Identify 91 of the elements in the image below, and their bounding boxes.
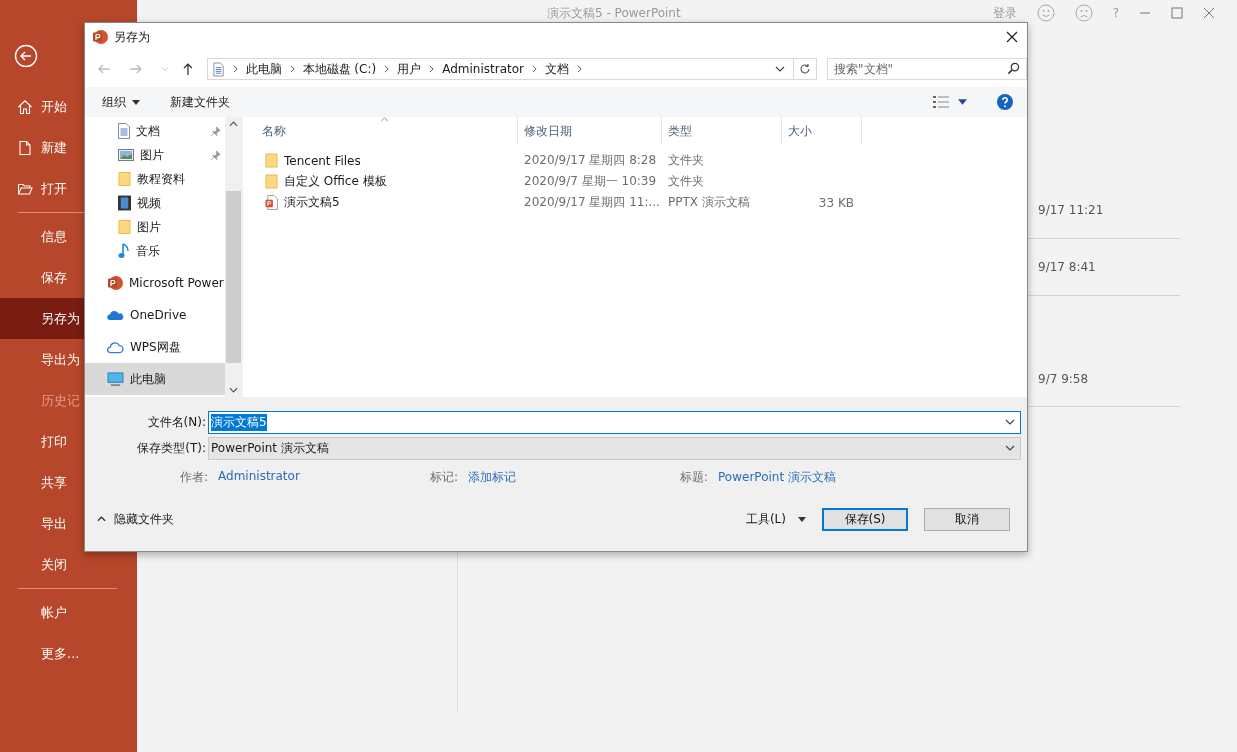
- table-cell-text: 2020/9/17 星期四 8:28: [523, 152, 658, 169]
- scroll-down-icon[interactable]: [228, 387, 238, 393]
- window-title: 演示文稿5 - PowerPoint: [547, 4, 681, 22]
- table-cell-text: PPTX 演示文稿: [667, 194, 751, 211]
- search-icon: [1007, 62, 1020, 75]
- chevron-right-icon[interactable]: [531, 65, 537, 73]
- document-icon: [118, 123, 130, 139]
- maximize-icon[interactable]: [1171, 7, 1183, 19]
- backstage-item[interactable]: 更多...: [0, 633, 137, 674]
- metadata-label: 作者:: [180, 468, 209, 486]
- recent-file-date: 9/17 11:21: [1038, 203, 1104, 217]
- film-icon: [118, 195, 131, 211]
- breadcrumb-item[interactable]: 本地磁盘 (C:): [302, 60, 377, 78]
- metadata-value[interactable]: PowerPoint 演示文稿: [718, 468, 836, 486]
- recent-file-date: 9/17 8:41: [1038, 260, 1096, 274]
- picture-icon: [118, 149, 134, 161]
- column-header[interactable]: 类型: [662, 117, 782, 145]
- chevron-right-icon[interactable]: [384, 65, 390, 73]
- file-name[interactable]: 自定义 Office 模板: [284, 173, 387, 190]
- new-folder-button[interactable]: 新建文件夹: [170, 93, 230, 111]
- chevron-down-icon[interactable]: [1005, 445, 1015, 451]
- breadcrumb-item[interactable]: Administrator: [442, 62, 524, 76]
- breadcrumb-item[interactable]: 此电脑: [245, 60, 282, 78]
- pin-icon[interactable]: [210, 125, 221, 137]
- sort-caret-icon: [380, 117, 389, 122]
- table-cell-text: 文件夹: [667, 152, 705, 169]
- caret-icon[interactable]: [958, 99, 967, 105]
- navigation-item[interactable]: 此电脑: [85, 363, 225, 395]
- file-type-label: 保存类型(T):: [136, 439, 207, 457]
- scrollbar-thumb[interactable]: [225, 191, 241, 363]
- backstage-item[interactable]: 帐户: [0, 592, 137, 633]
- metadata-value[interactable]: Administrator: [218, 468, 300, 486]
- refresh-icon[interactable]: [799, 63, 811, 75]
- cloud-icon: [107, 309, 124, 321]
- column-header[interactable]: 修改日期: [518, 117, 662, 145]
- hide-folders-button[interactable]: 隐藏文件夹: [114, 510, 174, 528]
- caret-icon[interactable]: [798, 516, 806, 522]
- metadata-label: 标题:: [680, 468, 709, 486]
- file-name-label: 文件名(N):: [146, 413, 207, 431]
- chevron-right-icon[interactable]: [429, 65, 435, 73]
- navigation-item[interactable]: Microsoft Power: [85, 267, 225, 299]
- music-note-icon: [118, 243, 130, 259]
- chevron-right-icon[interactable]: [289, 65, 295, 73]
- navigation-item[interactable]: 图片: [85, 215, 225, 239]
- home-icon: [17, 98, 33, 115]
- tools-menu[interactable]: 工具(L): [745, 510, 786, 528]
- table-cell-text: 2020/9/17 星期四 11:...: [523, 194, 661, 211]
- file-name[interactable]: Tencent Files: [284, 153, 361, 168]
- column-header[interactable]: 大小: [782, 117, 862, 145]
- pin-icon[interactable]: [210, 149, 221, 161]
- table-cell-text: 33 KB: [818, 195, 855, 210]
- organize-menu[interactable]: 组织: [102, 93, 140, 111]
- recent-file-date: 9/7 9:58: [1038, 372, 1089, 386]
- dialog-title: 另存为: [114, 28, 150, 46]
- folder-icon: [265, 153, 278, 168]
- powerpoint-icon: [92, 29, 108, 45]
- powerpoint-file-icon: [265, 195, 278, 210]
- chevron-right-icon[interactable]: [576, 65, 582, 73]
- document-icon: [211, 60, 225, 78]
- save-button[interactable]: 保存(S): [822, 507, 908, 531]
- navigation-item[interactable]: 音乐: [85, 239, 225, 263]
- table-cell-text: 文件夹: [667, 173, 705, 190]
- cloud-icon: [107, 340, 124, 354]
- chevron-up-icon[interactable]: [97, 516, 106, 522]
- close-icon[interactable]: [1006, 31, 1018, 43]
- file-name-field[interactable]: 演示文稿5: [208, 410, 1021, 434]
- chevron-down-icon[interactable]: [1005, 419, 1015, 425]
- folder-icon: [118, 219, 131, 235]
- address-bar[interactable]: 此电脑 本地磁盘 (C:) 用户 Administrator 文档: [206, 58, 817, 80]
- chevron-down-icon[interactable]: [775, 64, 785, 74]
- view-options-icon[interactable]: [932, 95, 950, 109]
- file-name[interactable]: 演示文稿5: [284, 194, 340, 211]
- chevron-right-icon[interactable]: [232, 65, 238, 73]
- computer-icon: [107, 371, 124, 387]
- scroll-up-icon[interactable]: [228, 121, 238, 127]
- backstage-item[interactable]: 关闭: [0, 544, 137, 585]
- document-icon: [17, 139, 33, 156]
- file-type-dropdown[interactable]: PowerPoint 演示文稿: [208, 436, 1021, 460]
- help-icon[interactable]: [997, 94, 1013, 110]
- folder-icon: [265, 174, 278, 189]
- folder-icon: [118, 171, 131, 187]
- powerpoint-icon: [107, 275, 123, 291]
- metadata-label: 标记:: [430, 468, 459, 486]
- column-header[interactable]: 名称: [244, 117, 518, 145]
- table-cell-text: 2020/9/7 星期一 10:39: [523, 173, 658, 190]
- cancel-button[interactable]: 取消: [924, 507, 1010, 531]
- breadcrumb-item[interactable]: 文档: [544, 60, 569, 78]
- search-field[interactable]: 搜索"文档": [827, 58, 1027, 80]
- metadata-value[interactable]: 添加标记: [468, 468, 517, 486]
- breadcrumb-item[interactable]: 用户: [397, 60, 422, 78]
- caret-icon[interactable]: [132, 99, 140, 105]
